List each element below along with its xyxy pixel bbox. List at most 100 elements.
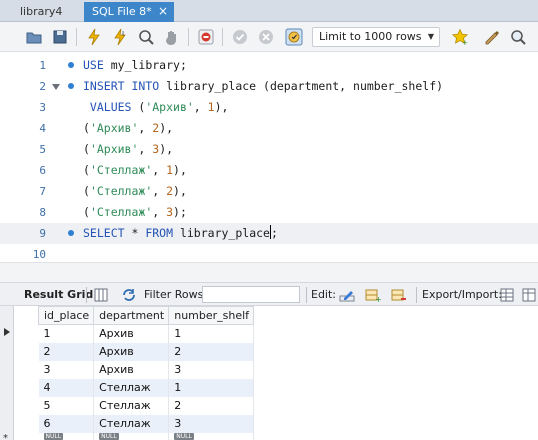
code-line[interactable]: 4 ('Архив', 2),: [0, 118, 538, 139]
cell-number-shelf[interactable]: 3: [168, 360, 255, 379]
limit-rows-select[interactable]: Limit to 1000 rows ▼: [312, 27, 440, 47]
commit-icon[interactable]: [230, 27, 250, 47]
code-line[interactable]: 8 ('Стеллаж', 3);: [0, 202, 538, 223]
line-number: 4: [39, 122, 46, 135]
table-row[interactable]: 5 Стеллаж 2: [38, 396, 255, 415]
add-row-icon[interactable]: +: [364, 286, 382, 304]
new-row[interactable]: NULL NULL NULL: [38, 432, 255, 440]
column-header-number-shelf[interactable]: number_shelf: [168, 306, 255, 325]
code-line[interactable]: 6 ('Стеллаж', 1),: [0, 160, 538, 181]
chevron-down-icon: ▼: [427, 32, 434, 41]
line-number: 8: [39, 206, 46, 219]
cell-id-place[interactable]: 5: [38, 396, 95, 415]
cell-id-place[interactable]: 3: [38, 360, 95, 379]
table-row[interactable]: 1 Архив 1: [38, 324, 255, 343]
save-icon[interactable]: [50, 27, 70, 47]
column-header-department[interactable]: department: [93, 306, 170, 325]
svg-text:I: I: [122, 30, 124, 38]
code-token: 2: [166, 184, 174, 198]
filter-rows-input[interactable]: [202, 286, 300, 303]
table-row[interactable]: 4 Стеллаж 1: [38, 378, 255, 397]
sql-editor[interactable]: 1 USE my_library; 2 INSERT INTO library_pla…: [0, 52, 538, 262]
autocommit-icon[interactable]: [284, 27, 304, 47]
cell-number-shelf[interactable]: 2: [168, 396, 255, 415]
code-line[interactable]: 7 ('Стеллаж', 2),: [0, 181, 538, 202]
cell-number-shelf[interactable]: 3: [168, 414, 255, 433]
error-toggle-icon[interactable]: [196, 27, 216, 47]
bookmark-icon[interactable]: +: [450, 27, 470, 47]
code-text: INSERT INTO library_place (department, n…: [83, 76, 443, 97]
table-row[interactable]: 3 Архив 3: [38, 360, 255, 379]
code-text: ('Архив', 3),: [83, 139, 173, 160]
cell-number-shelf[interactable]: NULL: [168, 432, 255, 440]
cell-id-place[interactable]: 6: [38, 414, 95, 433]
cell-department[interactable]: Стеллаж: [93, 378, 170, 397]
cell-department[interactable]: Архив: [93, 360, 170, 379]
editor-toolbar: I Limit to 1000 rows ▼ +: [0, 22, 538, 52]
new-row-marker: *: [3, 433, 8, 440]
delete-row-icon[interactable]: [390, 286, 408, 304]
code-token: 1: [207, 100, 215, 114]
null-badge: NULL: [43, 432, 64, 440]
result-grid-tab[interactable]: Result Grid: [24, 283, 93, 306]
code-token: my_library;: [110, 58, 187, 72]
line-number: 6: [39, 164, 46, 177]
tab-library4[interactable]: library4: [12, 2, 82, 22]
fold-toggle-icon[interactable]: [52, 83, 60, 91]
result-grid[interactable]: * id_place department number_shelf 1 Арх…: [0, 306, 538, 440]
code-token: VALUES: [83, 100, 139, 114]
toolbar-divider: [306, 287, 307, 303]
table-row[interactable]: 6 Стеллаж 3: [38, 414, 255, 433]
execute-current-icon[interactable]: I: [110, 27, 130, 47]
code-line[interactable]: 5 ('Архив', 3),: [0, 139, 538, 160]
find-icon[interactable]: [508, 27, 528, 47]
tab-label: library4: [20, 5, 63, 18]
line-number: 9: [39, 227, 46, 240]
tab-sql-file-8[interactable]: SQL File 8* ×: [84, 2, 174, 22]
cell-department[interactable]: Стеллаж: [93, 396, 170, 415]
statement-marker-icon: [68, 83, 74, 89]
code-text: ('Архив', 2),: [83, 118, 173, 139]
toolbar-divider: [188, 28, 189, 46]
grid-layout-icon[interactable]: [92, 286, 110, 304]
cell-department[interactable]: Архив: [93, 342, 170, 361]
execute-icon[interactable]: [84, 27, 104, 47]
cell-department[interactable]: Архив: [93, 324, 170, 343]
table-row[interactable]: 2 Архив 2: [38, 342, 255, 361]
cell-id-place[interactable]: 2: [38, 342, 95, 361]
cell-number-shelf[interactable]: 1: [168, 324, 255, 343]
cell-number-shelf[interactable]: 1: [168, 378, 255, 397]
edit-label: Edit:: [311, 288, 337, 301]
code-token: ,: [152, 184, 167, 198]
code-token: ,: [193, 100, 208, 114]
statement-marker-icon: [68, 62, 74, 68]
stop-icon[interactable]: [162, 27, 182, 47]
result-grid-toolbar: Result Grid Filter Rows: Edit: + Export/…: [0, 282, 538, 306]
code-line[interactable]: 1 USE my_library;: [0, 55, 538, 76]
code-line[interactable]: 3 VALUES ('Архив', 1),: [0, 97, 538, 118]
column-header-id-place[interactable]: id_place: [37, 306, 95, 325]
folder-open-icon[interactable]: [24, 27, 44, 47]
code-text: SELECT * FROM library_place;: [83, 223, 278, 244]
beautify-icon[interactable]: [482, 27, 502, 47]
cell-id-place[interactable]: NULL: [38, 432, 95, 440]
explain-icon[interactable]: [136, 27, 156, 47]
code-token: 'Архив': [89, 121, 139, 135]
code-token: 3: [166, 205, 174, 219]
cell-department[interactable]: Стеллаж: [93, 414, 170, 433]
cell-id-place[interactable]: 4: [38, 378, 95, 397]
cell-department[interactable]: NULL: [93, 432, 170, 440]
cell-id-place[interactable]: 1: [38, 324, 95, 343]
export-icon[interactable]: [498, 286, 516, 304]
code-line[interactable]: 9 SELECT * FROM library_place;: [0, 223, 538, 244]
close-icon[interactable]: ×: [158, 2, 168, 21]
code-token: FROM: [145, 226, 180, 240]
line-number: 2: [39, 80, 46, 93]
refresh-icon[interactable]: [120, 286, 138, 304]
edit-row-icon[interactable]: [338, 286, 356, 304]
code-line[interactable]: 2 INSERT INTO library_place (department, …: [0, 76, 538, 97]
rollback-icon[interactable]: [256, 27, 276, 47]
import-icon[interactable]: [520, 286, 538, 304]
cell-number-shelf[interactable]: 2: [168, 342, 255, 361]
horizontal-scrollbar[interactable]: [0, 262, 538, 282]
